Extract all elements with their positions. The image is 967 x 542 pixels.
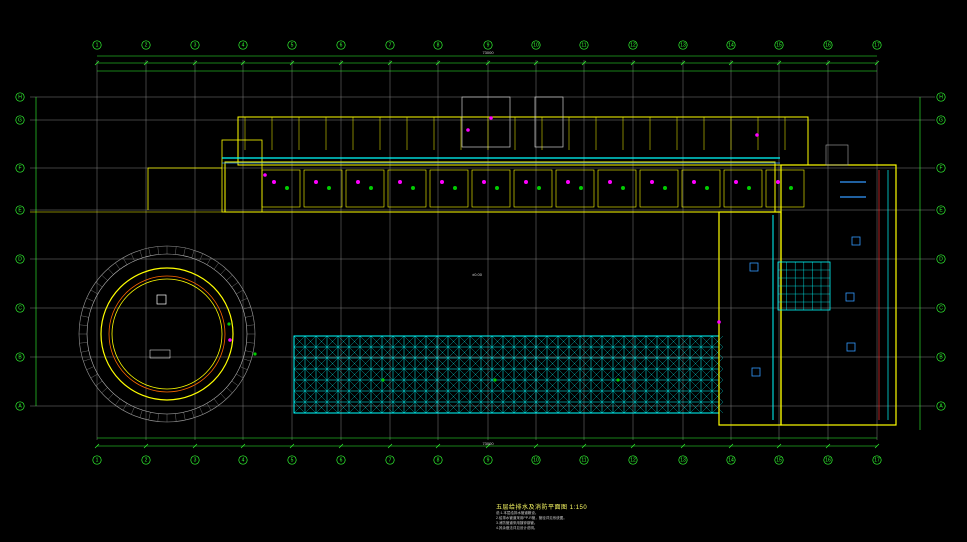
axis-label: 9	[487, 43, 490, 49]
axis-label: G	[939, 118, 943, 124]
fixture-marker	[705, 186, 709, 190]
fixture-marker	[663, 186, 667, 190]
fixture-marker	[621, 186, 625, 190]
total-dim-bottom: 73000	[482, 441, 494, 446]
fixture-marker	[253, 352, 257, 356]
axis-label: 13	[680, 43, 686, 49]
fixture-marker	[398, 180, 402, 184]
fixture-marker	[272, 180, 276, 184]
valve-marker	[755, 133, 759, 137]
axis-label: 7	[389, 43, 392, 49]
fixture-marker	[495, 186, 499, 190]
axis-label: F	[939, 166, 942, 172]
axis-label: G	[18, 118, 22, 124]
valve-marker	[717, 320, 721, 324]
fixture-marker	[537, 186, 541, 190]
axis-label: 17	[874, 458, 880, 464]
fixture-marker	[608, 180, 612, 184]
drawing-title-block: 五层给排水及消防平面图 1:150 说:1.本层给排水管道敷设。 2.给排水管道…	[496, 502, 587, 531]
axis-label: H	[939, 95, 943, 101]
axis-label: 1	[96, 43, 99, 49]
fixture-marker	[493, 378, 497, 382]
cad-drawing-canvas: 1122334455667788991010111112121313141415…	[0, 0, 967, 542]
axis-label: 10	[533, 43, 539, 49]
axis-label: 8	[437, 43, 440, 49]
fixture-marker	[285, 186, 289, 190]
axis-label: 11	[581, 43, 586, 49]
fixture-marker	[650, 180, 654, 184]
fixture-marker	[734, 180, 738, 184]
axis-label: 15	[776, 458, 782, 464]
fixture-marker	[747, 186, 751, 190]
fixture-marker	[356, 180, 360, 184]
axis-label: 13	[680, 458, 686, 464]
axis-label: 12	[630, 458, 636, 464]
fixture-marker	[692, 180, 696, 184]
axis-label: 8	[437, 458, 440, 464]
axis-label: 5	[291, 43, 294, 49]
axis-label: F	[18, 166, 21, 172]
axis-label: 2	[145, 458, 148, 464]
fixture-marker	[227, 322, 231, 326]
axis-label: 14	[728, 43, 734, 49]
fixture-marker	[314, 180, 318, 184]
fixture-marker	[524, 180, 528, 184]
axis-label: 14	[728, 458, 734, 464]
fixture-marker	[411, 186, 415, 190]
axis-label: 5	[291, 458, 294, 464]
fixture-marker	[381, 378, 385, 382]
axis-label: H	[18, 95, 22, 101]
axis-label: 6	[340, 43, 343, 49]
valve-marker	[466, 128, 470, 132]
fixture-marker	[482, 180, 486, 184]
axis-label: 16	[825, 43, 831, 49]
axis-label: 3	[194, 458, 197, 464]
axis-label: 10	[533, 458, 539, 464]
drawing-note: 4.其余做法详见设计说明。	[496, 526, 538, 530]
axis-label: 7	[389, 458, 392, 464]
fixture-marker	[789, 186, 793, 190]
axis-label: 11	[581, 458, 586, 464]
axis-label: 17	[874, 43, 880, 49]
drawing-scale: 1:150	[569, 505, 588, 511]
valve-marker	[263, 173, 267, 177]
fixture-marker	[440, 180, 444, 184]
axis-label: 4	[242, 458, 245, 464]
fixture-marker	[327, 186, 331, 190]
axis-label: 15	[776, 43, 782, 49]
axis-label: 16	[825, 458, 831, 464]
fixture-marker	[616, 378, 620, 382]
valve-marker	[489, 116, 493, 120]
axis-label: 4	[242, 43, 245, 49]
axis-label: 9	[487, 458, 490, 464]
axis-label: C	[18, 306, 22, 312]
valve-marker	[228, 338, 232, 342]
fixture-marker	[369, 186, 373, 190]
axis-label: 1	[96, 458, 99, 464]
center-label: ±0.00	[472, 272, 483, 277]
axis-label: C	[939, 306, 943, 312]
axis-label: D	[939, 257, 943, 263]
axis-label: 12	[630, 43, 636, 49]
fixture-marker	[566, 180, 570, 184]
axis-label: 3	[194, 43, 197, 49]
fixture-marker	[579, 186, 583, 190]
fixture-marker	[776, 180, 780, 184]
axis-label: 6	[340, 458, 343, 464]
axis-label: 2	[145, 43, 148, 49]
axis-label: D	[18, 257, 22, 263]
fixture-marker	[453, 186, 457, 190]
total-dim-top: 73000	[482, 50, 494, 55]
